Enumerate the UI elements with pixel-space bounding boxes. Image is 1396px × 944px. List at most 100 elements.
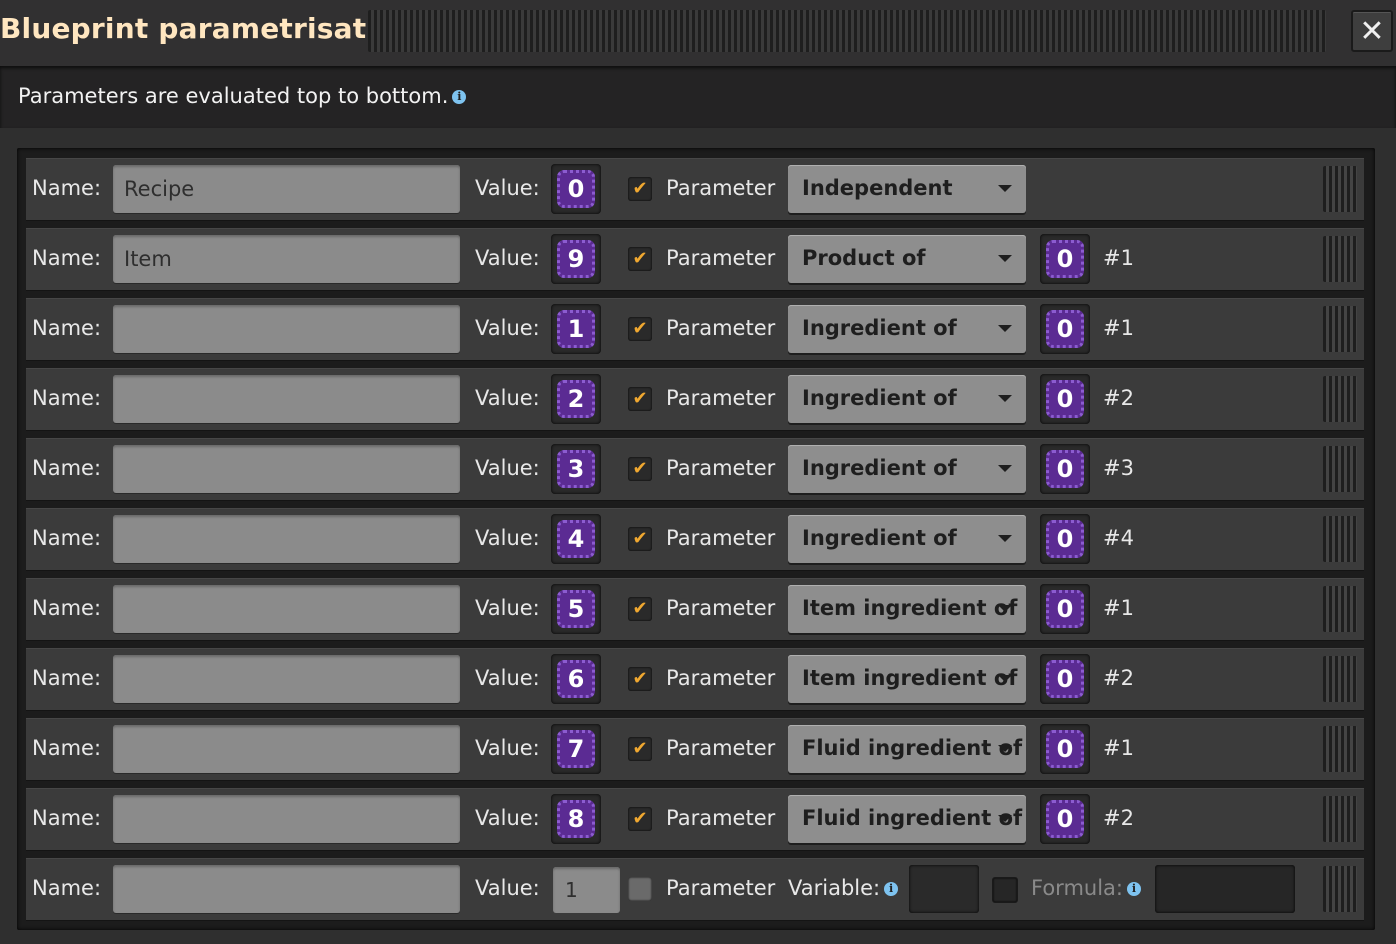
chevron-down-icon — [998, 605, 1012, 612]
name-input[interactable] — [113, 655, 460, 703]
mode-dropdown-value: Item ingredient of — [802, 666, 1018, 690]
value-signal-slot[interactable]: 0 — [551, 164, 601, 214]
formula-input[interactable] — [1155, 865, 1295, 913]
info-icon[interactable]: i — [1127, 882, 1141, 896]
row-drag-handle[interactable] — [1323, 866, 1357, 912]
chevron-down-icon — [998, 815, 1012, 822]
source-signal-slot[interactable]: 0 — [1040, 724, 1090, 774]
mode-dropdown-value: Ingredient of — [802, 316, 957, 340]
parameter-checkbox[interactable] — [628, 387, 652, 411]
mode-dropdown[interactable]: Item ingredient of — [788, 585, 1026, 633]
row-drag-handle[interactable] — [1323, 516, 1357, 562]
row-drag-handle[interactable] — [1323, 726, 1357, 772]
source-signal-slot[interactable]: 0 — [1040, 444, 1090, 494]
mode-dropdown[interactable]: Fluid ingredient of — [788, 795, 1026, 843]
parameter-checkbox[interactable] — [628, 457, 652, 481]
name-input[interactable]: Item — [113, 235, 460, 283]
parameter-signal-icon: 6 — [557, 660, 595, 698]
mode-dropdown[interactable]: Ingredient of — [788, 445, 1026, 493]
close-button[interactable]: ✕ — [1351, 10, 1393, 52]
parameter-label: Parameter — [666, 246, 776, 270]
info-message: Parameters are evaluated top to bottom. i — [18, 84, 467, 108]
formula-checkbox[interactable] — [992, 877, 1018, 903]
drag-handle[interactable] — [368, 10, 1326, 52]
parameter-signal-icon: 8 — [557, 800, 595, 838]
value-signal-slot[interactable]: 8 — [551, 794, 601, 844]
info-bar: Parameters are evaluated top to bottom. i — [0, 66, 1396, 128]
mode-dropdown[interactable]: Fluid ingredient of — [788, 725, 1026, 773]
source-signal-slot[interactable]: 0 — [1040, 234, 1090, 284]
name-label: Name: — [32, 316, 102, 340]
value-signal-slot[interactable]: 7 — [551, 724, 601, 774]
parameter-signal-icon: 2 — [557, 380, 595, 418]
parameter-row: Name: Value: 3 Parameter Ingredient of 0 #3 — [26, 438, 1364, 500]
mode-dropdown[interactable]: Ingredient of — [788, 305, 1026, 353]
source-signal-slot[interactable]: 0 — [1040, 304, 1090, 354]
name-input[interactable] — [113, 795, 460, 843]
mode-dropdown[interactable]: Item ingredient of — [788, 655, 1026, 703]
name-label: Name: — [32, 736, 102, 760]
parameter-signal-icon: 3 — [557, 450, 595, 488]
parameter-checkbox[interactable] — [628, 807, 652, 831]
parameter-checkbox[interactable] — [628, 177, 652, 201]
parameter-checkbox[interactable] — [628, 597, 652, 621]
row-drag-handle[interactable] — [1323, 306, 1357, 352]
mode-dropdown[interactable]: Product of — [788, 235, 1026, 283]
parameter-checkbox[interactable] — [628, 667, 652, 691]
value-input[interactable]: 1 — [553, 867, 620, 913]
name-input[interactable]: Recipe — [113, 165, 460, 213]
row-drag-handle[interactable] — [1323, 796, 1357, 842]
parameter-checkbox[interactable] — [628, 247, 652, 271]
row-drag-handle[interactable] — [1323, 586, 1357, 632]
formula-label-text: Formula: — [1031, 876, 1123, 900]
name-input[interactable] — [113, 445, 460, 493]
source-signal-slot[interactable]: 0 — [1040, 794, 1090, 844]
value-signal-slot[interactable]: 4 — [551, 514, 601, 564]
row-drag-handle[interactable] — [1323, 236, 1357, 282]
mode-dropdown-value: Item ingredient of — [802, 596, 1018, 620]
info-icon[interactable]: i — [452, 90, 467, 104]
name-input[interactable] — [113, 305, 460, 353]
row-drag-handle[interactable] — [1323, 656, 1357, 702]
value-signal-slot[interactable]: 2 — [551, 374, 601, 424]
name-input[interactable] — [113, 515, 460, 563]
parameter-label: Parameter — [666, 806, 776, 830]
info-icon[interactable]: i — [884, 882, 899, 896]
parameter-checkbox[interactable] — [628, 737, 652, 761]
name-input[interactable] — [113, 725, 460, 773]
mode-dropdown[interactable]: Ingredient of — [788, 375, 1026, 423]
mode-dropdown[interactable]: Ingredient of — [788, 515, 1026, 563]
number-parameter-row: Name: Value: 1 Parameter Variable: i Formula: i — [26, 858, 1364, 920]
value-signal-slot[interactable]: 6 — [551, 654, 601, 704]
variable-input[interactable] — [909, 865, 979, 913]
ingredient-index: #2 — [1103, 666, 1134, 690]
mode-dropdown[interactable]: Independent — [788, 165, 1026, 213]
parameter-label: Parameter — [666, 456, 776, 480]
name-input[interactable] — [113, 585, 460, 633]
parameter-label: Parameter — [666, 876, 776, 900]
ingredient-index: #1 — [1103, 246, 1134, 270]
parameter-checkbox[interactable] — [628, 527, 652, 551]
parameter-row: Name: Value: 7 Parameter Fluid ingredient of… — [26, 718, 1364, 780]
parameter-checkbox[interactable] — [628, 877, 652, 901]
value-signal-slot[interactable]: 1 — [551, 304, 601, 354]
value-signal-slot[interactable]: 3 — [551, 444, 601, 494]
name-label: Name: — [32, 176, 102, 200]
row-drag-handle[interactable] — [1323, 376, 1357, 422]
source-signal-slot[interactable]: 0 — [1040, 654, 1090, 704]
row-drag-handle[interactable] — [1323, 166, 1357, 212]
row-drag-handle[interactable] — [1323, 446, 1357, 492]
name-input[interactable] — [113, 375, 460, 423]
value-label: Value: — [475, 806, 540, 830]
parameter-checkbox[interactable] — [628, 317, 652, 341]
value-signal-slot[interactable]: 5 — [551, 584, 601, 634]
variable-label: Variable: i — [788, 876, 899, 900]
source-signal-slot[interactable]: 0 — [1040, 584, 1090, 634]
value-signal-slot[interactable]: 9 — [551, 234, 601, 284]
source-signal-slot[interactable]: 0 — [1040, 514, 1090, 564]
source-signal-slot[interactable]: 0 — [1040, 374, 1090, 424]
name-input[interactable] — [113, 865, 460, 913]
parameter-row: Name: Value: 2 Parameter Ingredient of 0 #2 — [26, 368, 1364, 430]
variable-label-text: Variable: — [788, 876, 881, 900]
name-label: Name: — [32, 456, 102, 480]
